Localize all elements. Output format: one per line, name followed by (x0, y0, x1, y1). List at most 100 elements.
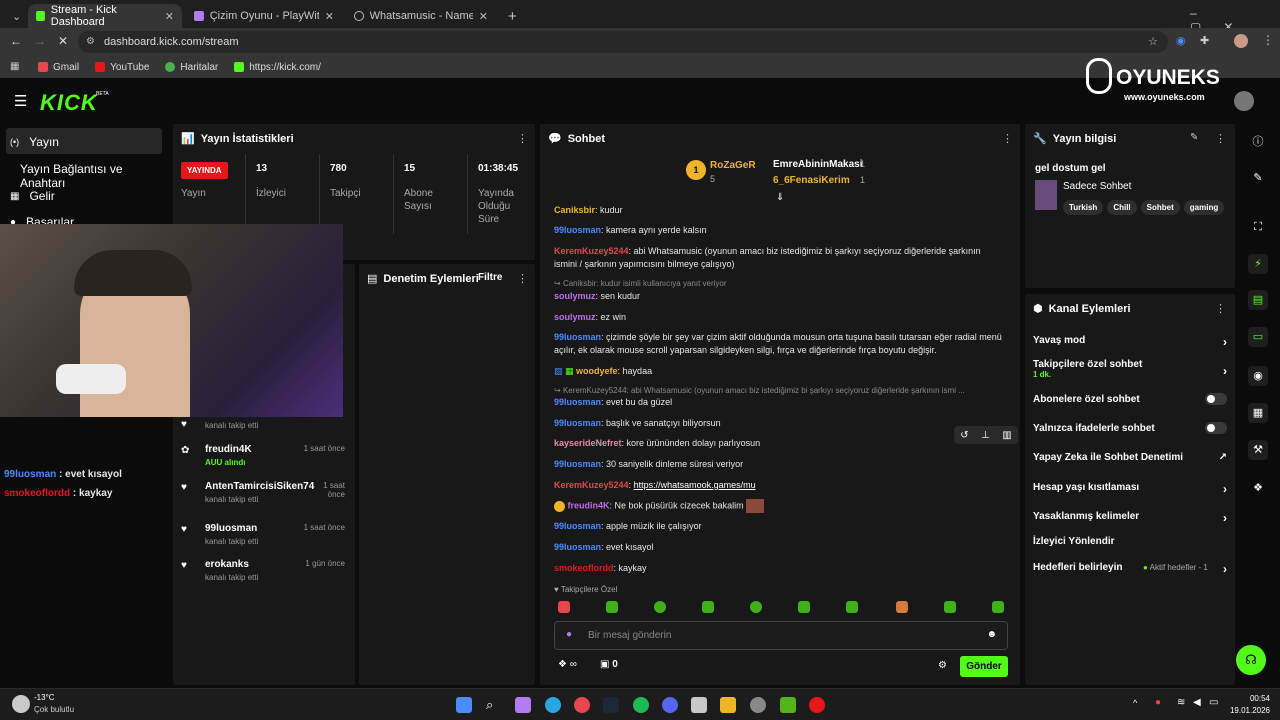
more-options-icon[interactable]: ⋮ (1002, 132, 1013, 145)
info-icon[interactable]: ⓘ (1248, 132, 1268, 152)
more-options-icon[interactable]: ⋮ (1215, 132, 1226, 145)
tab-stream[interactable]: Stream - Kick Dashboard ✕ (28, 4, 182, 28)
edge-icon[interactable] (545, 697, 561, 713)
emote-icon[interactable] (992, 601, 1004, 613)
emote-icon[interactable] (750, 601, 762, 613)
app-icon[interactable] (691, 697, 707, 713)
kick-logo[interactable]: KICK (40, 90, 98, 116)
action-banned-words[interactable]: Yasaklanmış kelimeler › (1033, 511, 1227, 525)
close-tab-icon[interactable]: ✕ (165, 10, 174, 23)
emote-icon[interactable] (896, 601, 908, 613)
chat-message[interactable]: soulymuz: ez win (554, 311, 1004, 324)
site-info-icon[interactable]: ⚙ (86, 31, 95, 53)
emote-icon[interactable] (702, 601, 714, 613)
steam-icon[interactable] (603, 697, 619, 713)
nav-item-yayin[interactable]: (•) Yayın (10, 135, 59, 149)
tray-expand-icon[interactable]: ^ (1133, 698, 1137, 708)
wifi-icon[interactable]: ≋ (1177, 697, 1185, 708)
clock-time[interactable]: 00:54 (1230, 694, 1270, 703)
tag[interactable]: Chill (1107, 200, 1137, 215)
action-slow-mode[interactable]: Yavaş mod › (1033, 335, 1227, 349)
nav-item-stream-key[interactable]: Yayın Bağlantısı ve Anahtarı (10, 162, 170, 190)
chat-message[interactable]: kayserideNefret: kore ürününden dolayı p… (554, 437, 1004, 450)
chrome-icon[interactable] (574, 697, 590, 713)
activity-item[interactable]: ✿ freudin4K AUU alındı 1 saat önce (181, 444, 345, 467)
search-icon[interactable]: ⌕ (486, 697, 502, 713)
reply-icon[interactable]: ↺ (960, 430, 968, 441)
chat-message[interactable]: 99luosman: evet bu da güzel (554, 396, 1004, 409)
chat-message[interactable]: ▨ ▦ woodyefe: haydaa (554, 365, 1004, 378)
chat-link[interactable]: https://whatsamook.games/mu (634, 480, 756, 490)
close-tab-icon[interactable]: ✕ (479, 10, 488, 23)
settings-gear-icon[interactable] (750, 697, 766, 713)
activity-item[interactable]: ♥ 99luosman kanalı takip etti 1 saat önc… (181, 523, 345, 546)
action-host[interactable]: İzleyici Yönlendir (1033, 536, 1227, 547)
action-goals[interactable]: Hedefleri belirleyin ● Aktif hedefler - 1… (1033, 562, 1227, 576)
category-name[interactable]: Sadece Sohbet (1063, 181, 1131, 192)
emote-icon[interactable] (846, 601, 858, 613)
tag[interactable]: Sohbet (1140, 200, 1180, 215)
share-icon[interactable]: ❖ (1248, 478, 1268, 498)
bookmark-kick[interactable]: https://kick.com/ (234, 62, 321, 73)
weather-icon[interactable] (12, 695, 30, 713)
broadcast-icon[interactable]: ◉ (1248, 366, 1268, 386)
battery-icon[interactable]: ▭ (1209, 697, 1218, 708)
leader-name[interactable]: 6_6FenasiKerim (773, 175, 850, 186)
more-options-icon[interactable]: ⋮ (1215, 302, 1226, 315)
emoji-icon[interactable]: ☻ (986, 629, 997, 640)
chat-message[interactable]: 99luosman: kamera aynı yerde kalsın (554, 224, 1004, 237)
chat-message[interactable]: soulymuz: sen kudur (554, 290, 1004, 303)
spotify-icon[interactable] (633, 697, 649, 713)
toggle-switch[interactable] (1205, 393, 1227, 405)
chat-message[interactable]: 99luosman: çizimde şöyle bir şey var çiz… (554, 331, 1004, 357)
new-tab-button[interactable]: + (500, 4, 524, 28)
expand-down-icon[interactable]: ⇓ (776, 192, 784, 203)
tab-cizim[interactable]: Çizim Oyunu - PlayWithKick.AP ✕ (186, 4, 342, 28)
edit-pencil-icon[interactable]: ✎ (1190, 132, 1198, 143)
action-emote-only[interactable]: Yalnızca ifadelerle sohbet (1033, 422, 1227, 434)
pencil-icon[interactable]: ✎ (1248, 168, 1268, 188)
emote-icon[interactable] (654, 601, 666, 613)
nav-item-gelir[interactable]: ▦ Gelir (10, 189, 55, 203)
tag[interactable]: gaming (1183, 200, 1225, 215)
chat-message[interactable]: freudin4K: Ne bok püsürük cizecek bakali… (554, 499, 1004, 513)
emote-icon[interactable] (558, 601, 570, 613)
document-icon[interactable]: ▤ (1248, 290, 1268, 310)
start-button-icon[interactable] (456, 697, 472, 713)
microphone-icon[interactable]: ● (1155, 697, 1161, 708)
microphone-icon[interactable]: ● (566, 629, 572, 640)
lightning-icon[interactable]: ⚡ (1248, 254, 1268, 274)
forward-arrow-icon[interactable]: → (34, 34, 46, 48)
copilot-icon[interactable] (515, 697, 531, 713)
action-subs-only[interactable]: Abonelere özel sohbet (1033, 393, 1227, 405)
chat-message[interactable]: smokeoflordd: kaykay (554, 562, 1004, 575)
apps-grid-icon[interactable]: ▦ (10, 61, 19, 72)
more-options-icon[interactable]: ⋮ (517, 272, 528, 285)
browser-menu-icon[interactable]: ⋮ (1262, 33, 1274, 47)
chat-message[interactable]: 99luosman: evet kısayol (554, 541, 1004, 554)
store-icon[interactable]: ▣ 0 (600, 659, 618, 670)
toggle-switch[interactable] (1205, 422, 1227, 434)
send-button[interactable]: Gönder (960, 656, 1008, 677)
chat-message[interactable]: KeremKuzey5244: https://whatsamook.games… (554, 479, 1004, 492)
wrench-icon[interactable]: ⚒ (1248, 440, 1268, 460)
tab-whatsamusic[interactable]: Whatsamusic - Name That Tun ✕ (346, 4, 496, 28)
chat-message[interactable]: 99luosman: apple müzik ile çalışıyor (554, 520, 1004, 533)
activity-item[interactable]: ♥ AntenTamircisiSiken74 kanalı takip ett… (181, 481, 345, 504)
activity-item[interactable]: ♥ kanalı takip etti (181, 418, 345, 430)
profile-avatar[interactable] (1234, 34, 1248, 48)
discord-icon[interactable] (662, 697, 678, 713)
tab-list-button[interactable]: ⌄ (4, 4, 22, 28)
close-tab-icon[interactable]: ✕ (325, 10, 334, 23)
bookmark-youtube[interactable]: YouTube (95, 62, 149, 73)
emote-icon[interactable] (606, 601, 618, 613)
support-chat-button[interactable]: ☊ (1236, 645, 1266, 675)
tag[interactable]: Turkish (1063, 200, 1104, 215)
bookmark-maps[interactable]: Haritalar (165, 62, 218, 73)
emote-icon[interactable] (798, 601, 810, 613)
cart-icon[interactable]: ▦ (1248, 403, 1268, 423)
chat-message[interactable]: KeremKuzey5244: abi Whatsamusic (oyunun … (554, 245, 1004, 271)
app-icon[interactable] (809, 697, 825, 713)
scan-icon[interactable]: ⛶ (1248, 217, 1268, 237)
chat-message[interactable]: 99luosman: başlık ve sanatçıyı biliyorsu… (554, 417, 1004, 430)
